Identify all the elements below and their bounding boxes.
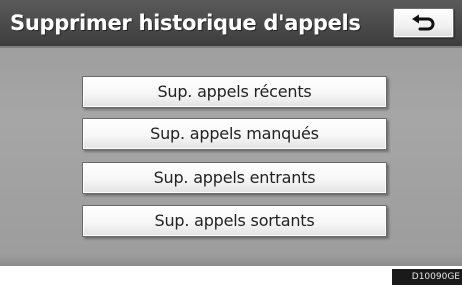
return-arrow-icon	[412, 14, 435, 31]
phone-history-screen: Supprimer historique d'appels Sup. appel…	[0, 0, 462, 266]
delete-incoming-calls-button[interactable]: Sup. appels entrants	[82, 162, 387, 194]
header-divider	[0, 46, 462, 48]
delete-recent-calls-button[interactable]: Sup. appels récents	[82, 76, 387, 108]
header-bar: Supprimer historique d'appels	[0, 0, 462, 46]
page-title: Supprimer historique d'appels	[10, 11, 361, 35]
screen-bottom-strip	[0, 255, 462, 266]
back-button[interactable]	[393, 8, 454, 38]
image-code-label: D10090GE	[392, 269, 462, 285]
delete-outgoing-calls-button[interactable]: Sup. appels sortants	[82, 205, 387, 237]
delete-missed-calls-button[interactable]: Sup. appels manqués	[82, 118, 387, 150]
